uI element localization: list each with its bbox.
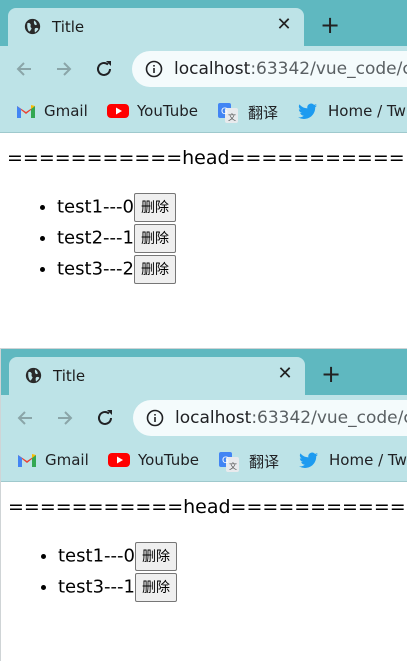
- back-arrow-icon[interactable]: [14, 407, 36, 429]
- address-bar[interactable]: localhost:63342/vue_code/c: [133, 400, 407, 436]
- list-item: test2---1删除: [57, 222, 176, 253]
- list-item-text: test3---2: [57, 258, 134, 280]
- list-item-text: test1---0: [57, 196, 134, 218]
- gmail-icon: [18, 454, 36, 467]
- globe-icon: [25, 367, 42, 384]
- list-item: test1---0删除: [58, 540, 177, 571]
- svg-text:文: 文: [228, 112, 236, 122]
- browser-window-before: Title ✕ + localhost:63342/vue_code/c Gma…: [0, 0, 407, 300]
- delete-button[interactable]: 删除: [133, 223, 176, 253]
- translate-icon: G 文: [218, 103, 238, 123]
- tab-title-text: Title: [53, 367, 86, 385]
- delete-button[interactable]: 删除: [134, 541, 177, 571]
- new-tab-icon[interactable]: +: [319, 362, 343, 386]
- translate-icon: G 文: [219, 452, 239, 472]
- list-item-text: test1---0: [58, 545, 135, 567]
- youtube-icon: [107, 104, 129, 118]
- address-bar[interactable]: localhost:63342/vue_code/c: [132, 51, 407, 87]
- toolbar: localhost:63342/vue_code/c: [0, 46, 407, 92]
- info-icon[interactable]: [145, 60, 163, 78]
- list-item: test3---2删除: [57, 253, 176, 284]
- forward-arrow-icon[interactable]: [53, 58, 75, 80]
- list-item-text: test2---1: [57, 227, 134, 249]
- svg-text:文: 文: [229, 461, 237, 471]
- head-text: ===========head===========: [8, 496, 406, 518]
- twitter-icon: [298, 103, 317, 119]
- tab-strip: Title ✕ +: [1, 349, 407, 395]
- toolbar: localhost:63342/vue_code/c: [1, 395, 407, 441]
- info-icon[interactable]: [146, 409, 164, 427]
- todo-list: test1---0删除 test2---1删除 test3---2删除: [0, 191, 176, 284]
- tab-title[interactable]: Title ✕: [9, 357, 305, 395]
- todo-list: test1---0删除 test3---1删除: [1, 540, 177, 602]
- svg-text:G: G: [222, 456, 229, 466]
- browser-window-after: Title ✕ + localhost:63342/vue_code/c Gma…: [0, 348, 407, 661]
- delete-button[interactable]: 删除: [133, 254, 176, 284]
- list-item-text: test3---1: [58, 576, 135, 598]
- tab-title[interactable]: Title ✕: [8, 8, 304, 46]
- svg-text:G: G: [221, 107, 228, 117]
- gmail-icon: [17, 105, 35, 118]
- tab-title-text: Title: [52, 18, 85, 36]
- close-tab-icon[interactable]: ✕: [275, 364, 295, 384]
- head-text: ===========head===========: [7, 147, 405, 169]
- tab-strip: Title ✕ +: [0, 0, 407, 46]
- url-text: localhost:63342/vue_code/c: [174, 59, 407, 79]
- list-item: test3---1删除: [58, 571, 177, 602]
- list-item: test1---0删除: [57, 191, 176, 222]
- back-arrow-icon[interactable]: [13, 58, 35, 80]
- close-tab-icon[interactable]: ✕: [274, 15, 294, 35]
- twitter-icon: [299, 452, 318, 468]
- globe-icon: [24, 18, 41, 35]
- bookmarks-bar: Gmail YouTube G 文 翻译 Home / Tw: [1, 441, 407, 482]
- delete-button[interactable]: 删除: [134, 572, 177, 602]
- new-tab-icon[interactable]: +: [318, 13, 342, 37]
- bookmarks-bar: Gmail YouTube G 文 翻译 Home / Tw: [0, 92, 407, 133]
- reload-icon[interactable]: [94, 407, 116, 429]
- youtube-icon: [108, 453, 130, 467]
- delete-button[interactable]: 删除: [133, 192, 176, 222]
- forward-arrow-icon[interactable]: [54, 407, 76, 429]
- reload-icon[interactable]: [93, 58, 115, 80]
- url-text: localhost:63342/vue_code/c: [175, 408, 407, 428]
